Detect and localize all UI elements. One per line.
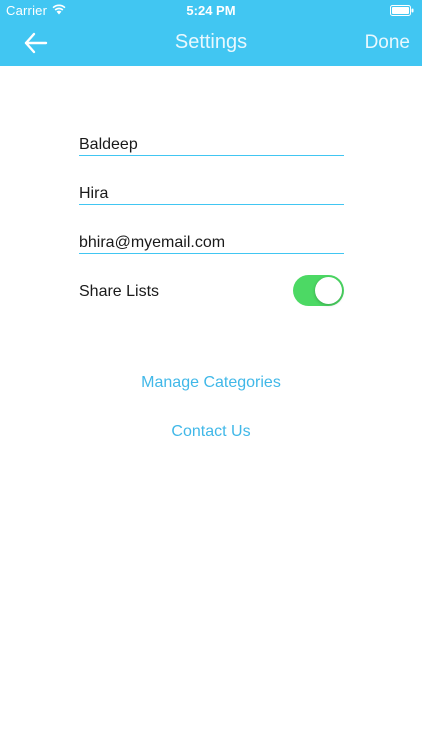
first-name-field-wrapper [79,128,344,156]
email-field[interactable] [79,234,344,252]
contact-us-link[interactable]: Contact Us [0,423,422,441]
page-title: Settings [174,31,248,53]
last-name-field-wrapper [79,177,344,205]
manage-categories-link[interactable]: Manage Categories [0,374,422,392]
share-lists-row: Share Lists [79,275,344,307]
toggle-knob [315,277,342,304]
last-name-field[interactable] [79,185,344,203]
share-lists-label: Share Lists [79,283,160,300]
profile-form: Share Lists [79,128,344,307]
email-field-wrapper [79,226,344,254]
battery-icon [390,5,414,16]
first-name-field[interactable] [79,136,344,154]
header: Carrier 5:24 PM Settings Done [0,0,422,66]
nav-bar: Settings Done [0,22,422,66]
settings-screen: Carrier 5:24 PM Settings Done Baldeep Hi… [0,0,422,750]
done-button[interactable]: Done [365,32,410,54]
status-time: 5:24 PM [186,3,236,18]
status-bar: Carrier 5:24 PM [0,0,422,22]
share-lists-toggle[interactable] [293,275,344,306]
